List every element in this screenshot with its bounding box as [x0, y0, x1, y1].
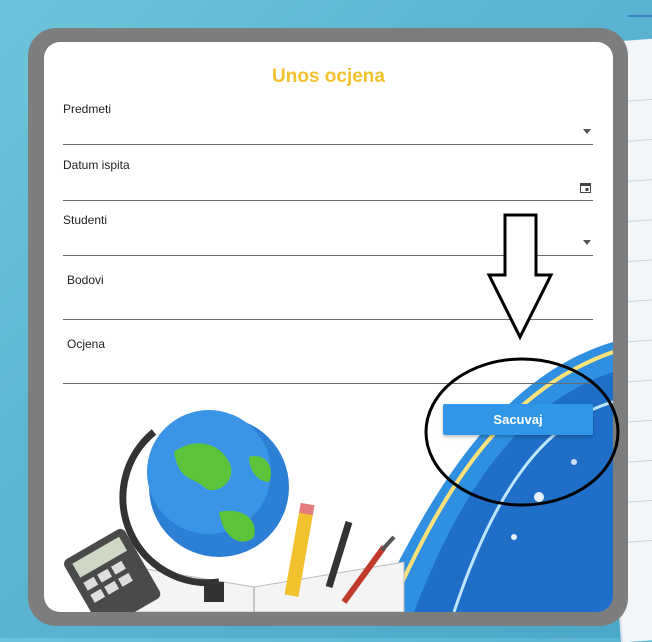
studenti-label: Studenti — [63, 213, 108, 227]
ocjena-input[interactable]: Ocjena — [63, 337, 593, 385]
field-underline — [63, 383, 593, 384]
datum-ispita-input[interactable]: Datum ispita — [63, 158, 593, 202]
field-underline — [63, 319, 593, 320]
ocjena-label: Ocjena — [67, 337, 106, 351]
form-title: Unos ocjena — [272, 66, 385, 87]
predmeti-select[interactable]: Predmeti — [63, 102, 593, 146]
dropdown-caret-icon — [583, 240, 591, 245]
datum-ispita-label: Datum ispita — [63, 158, 130, 172]
dropdown-caret-icon — [583, 129, 591, 134]
field-underline — [63, 144, 593, 145]
grade-entry-card: Unos ocjena Predmeti Datum ispita Studen… — [44, 42, 613, 612]
bodovi-input[interactable]: Bodovi — [63, 273, 593, 321]
background-accent-line — [628, 15, 652, 17]
field-underline — [63, 200, 593, 201]
predmeti-label: Predmeti — [63, 102, 112, 116]
bodovi-label: Bodovi — [67, 273, 104, 287]
studenti-select[interactable]: Studenti — [63, 213, 593, 257]
field-underline — [63, 255, 593, 256]
save-button[interactable]: Sacuvaj — [443, 404, 593, 435]
calendar-icon[interactable] — [580, 182, 591, 193]
